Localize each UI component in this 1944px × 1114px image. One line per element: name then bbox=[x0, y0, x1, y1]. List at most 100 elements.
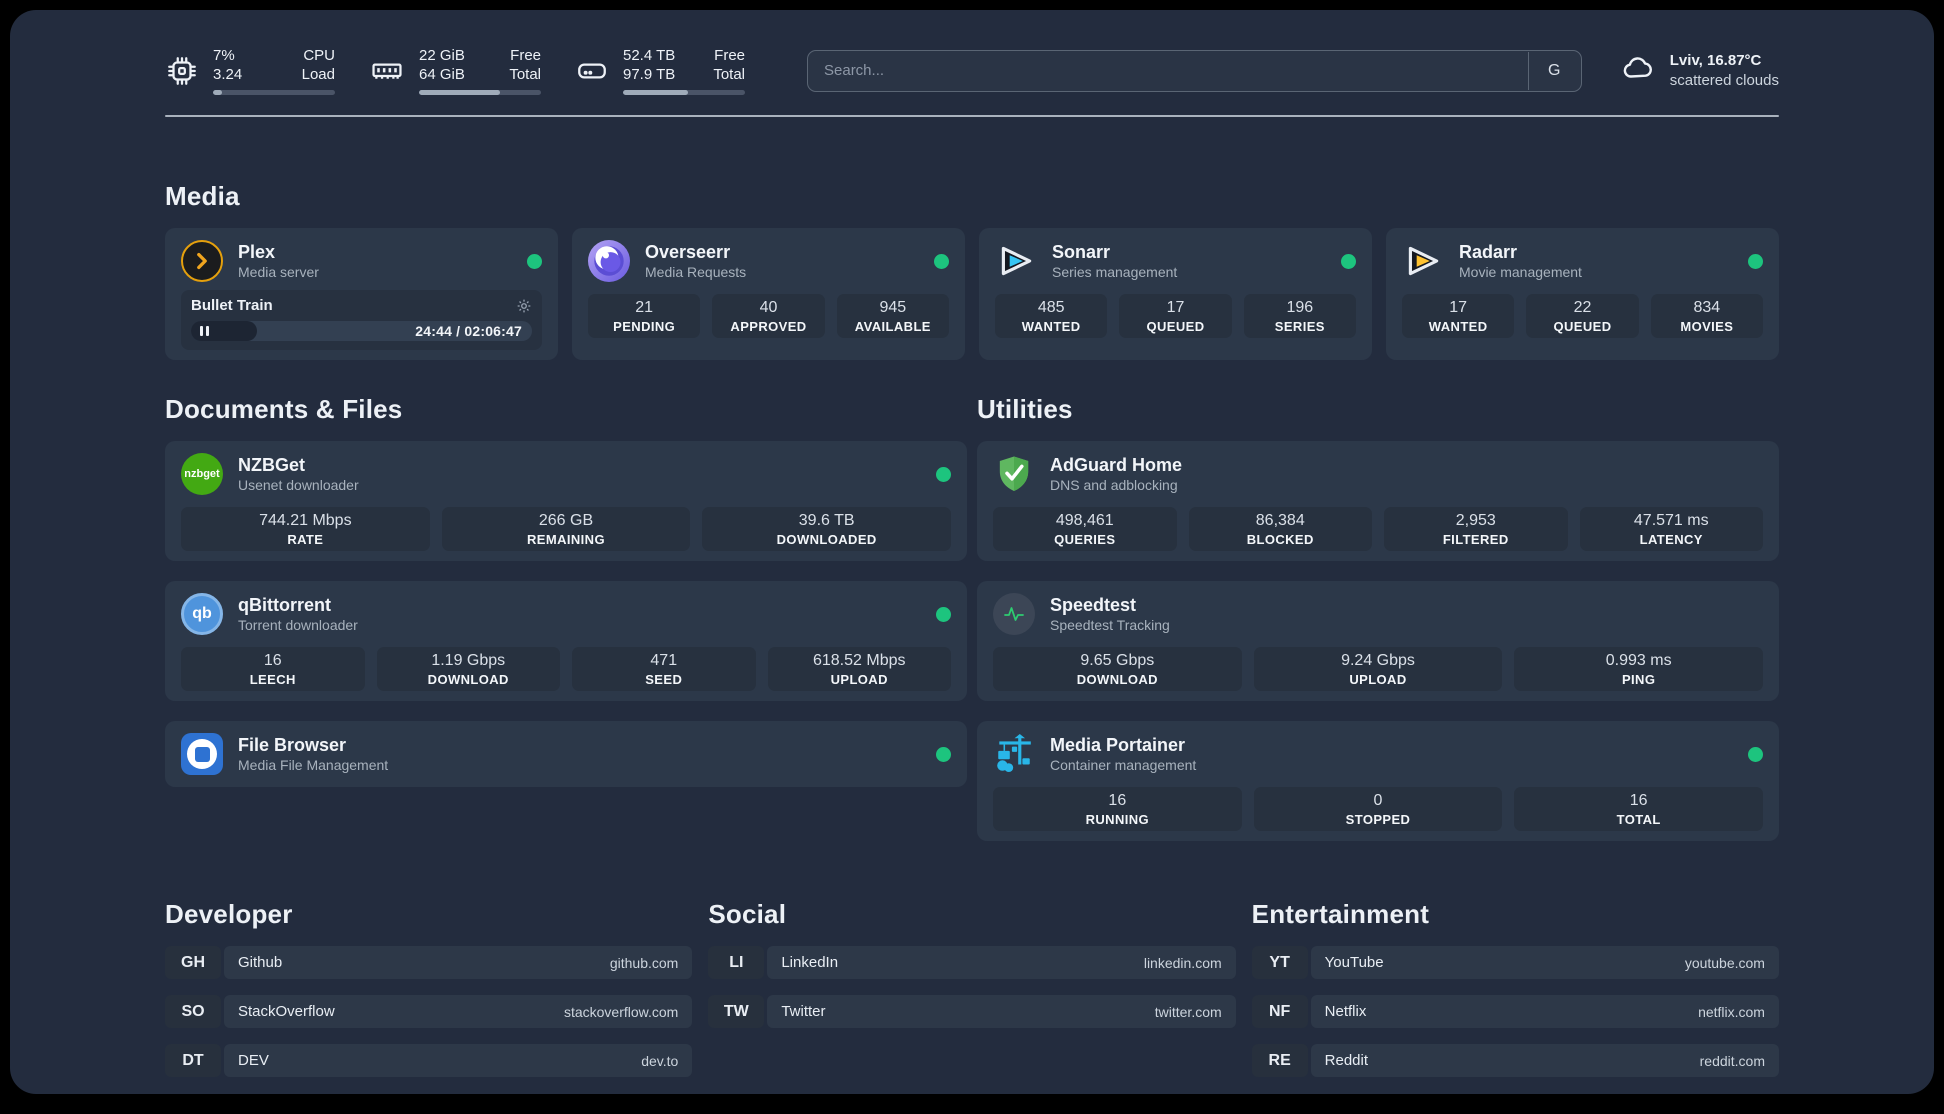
radarr-icon bbox=[1402, 240, 1444, 282]
disk-total-value: 97.9 TB bbox=[623, 66, 676, 83]
disk-label-top: Free bbox=[714, 47, 745, 64]
qbittorrent-card[interactable]: qb qBittorrent Torrent downloader 16 LEE… bbox=[165, 581, 967, 701]
portainer-icon bbox=[993, 733, 1035, 775]
app-name: Sonarr bbox=[1052, 242, 1111, 262]
stat-rate: 744.21 Mbps RATE bbox=[181, 507, 430, 551]
stat-wanted: 485 WANTED bbox=[995, 294, 1108, 338]
stat-available: 945 AVAILABLE bbox=[836, 294, 949, 338]
app-subtitle: Media Requests bbox=[645, 264, 747, 280]
link-name: Twitter bbox=[781, 1003, 826, 1020]
app-subtitle: Movie management bbox=[1459, 264, 1582, 280]
memory-label-bottom: Total bbox=[509, 66, 541, 83]
link-netflix[interactable]: NF Netflix netflix.com bbox=[1251, 995, 1779, 1028]
link-youtube[interactable]: YT YouTube youtube.com bbox=[1251, 946, 1779, 979]
status-dot bbox=[934, 253, 949, 269]
plex-card[interactable]: Plex Media server Bullet Train 24:44 / 0… bbox=[165, 228, 558, 360]
weather-widget[interactable]: Lviv, 16.87°C scattered clouds bbox=[1618, 51, 1779, 91]
portainer-card[interactable]: Media Portainer Container management 16 … bbox=[977, 721, 1779, 841]
link-url: netflix.com bbox=[1698, 1003, 1765, 1020]
link-name: Reddit bbox=[1324, 1052, 1369, 1069]
media-grid: Plex Media server Bullet Train 24:44 / 0… bbox=[165, 228, 1779, 360]
nzbget-card[interactable]: nzbget NZBGet Usenet downloader 744.21 M… bbox=[165, 441, 967, 561]
memory-label-top: Free bbox=[510, 47, 541, 64]
app-name: Overseerr bbox=[645, 242, 731, 262]
filebrowser-card[interactable]: File Browser Media File Management bbox=[165, 721, 967, 787]
link-name: StackOverflow bbox=[238, 1003, 335, 1020]
link-abbr: RE bbox=[1251, 1044, 1308, 1077]
plex-icon bbox=[181, 240, 223, 282]
link-name: YouTube bbox=[1324, 954, 1384, 971]
link-abbr: LI bbox=[708, 946, 765, 979]
stat-upload: 9.24 Gbps UPLOAD bbox=[1253, 647, 1503, 691]
app-name: File Browser bbox=[238, 735, 347, 755]
app-subtitle: Media server bbox=[238, 264, 319, 280]
stat-download: 9.65 Gbps DOWNLOAD bbox=[993, 647, 1242, 691]
link-abbr: TW bbox=[708, 995, 765, 1028]
link-name: LinkedIn bbox=[781, 954, 839, 971]
status-dot bbox=[1748, 253, 1763, 269]
stat-queries: 498,461 QUERIES bbox=[993, 507, 1177, 551]
stat-running: 16 RUNNING bbox=[993, 787, 1242, 831]
cpu-label-bottom: Load bbox=[301, 66, 335, 83]
link-url: youtube.com bbox=[1684, 954, 1765, 971]
qbittorrent-icon: qb bbox=[181, 593, 223, 635]
cpu-stat-widget: 7% 3.24 CPU Load bbox=[165, 46, 335, 95]
filebrowser-icon bbox=[181, 733, 223, 775]
stat-total: 16 TOTAL bbox=[1514, 787, 1763, 831]
link-url: github.com bbox=[609, 954, 679, 971]
weather-location: Lviv, 16.87°C bbox=[1669, 51, 1762, 69]
speedtest-icon bbox=[993, 593, 1035, 635]
app-name: Plex bbox=[238, 242, 276, 262]
link-stackoverflow[interactable]: SO StackOverflow stackoverflow.com bbox=[165, 995, 693, 1028]
section-title-utilities: Utilities bbox=[977, 394, 1073, 424]
playback-progressbar[interactable]: 24:44 / 02:06:47 bbox=[191, 321, 532, 341]
cpu-progressbar bbox=[213, 90, 335, 95]
stat-movies: 834 MOVIES bbox=[1650, 294, 1763, 338]
section-title-media: Media bbox=[165, 181, 240, 211]
app-subtitle: Media File Management bbox=[238, 757, 389, 773]
link-url: twitter.com bbox=[1154, 1003, 1222, 1020]
section-title-entertainment: Entertainment bbox=[1251, 899, 1430, 929]
disk-label-bottom: Total bbox=[713, 66, 745, 83]
link-twitter[interactable]: TW Twitter twitter.com bbox=[708, 995, 1236, 1028]
app-name: Speedtest bbox=[1050, 595, 1137, 615]
app-subtitle: Torrent downloader bbox=[238, 617, 358, 633]
social-section: Social LI LinkedIn linkedin.com TW Twitt… bbox=[708, 899, 1236, 1077]
speedtest-card[interactable]: Speedtest Speedtest Tracking 9.65 Gbps D… bbox=[977, 581, 1779, 701]
sonarr-card[interactable]: Sonarr Series management 485 WANTED 17 Q… bbox=[979, 228, 1372, 360]
radarr-card[interactable]: Radarr Movie management 17 WANTED 22 QUE… bbox=[1386, 228, 1779, 360]
section-title-social: Social bbox=[708, 899, 787, 929]
stat-approved: 40 APPROVED bbox=[712, 294, 825, 338]
link-name: Netflix bbox=[1324, 1003, 1367, 1020]
gear-icon[interactable] bbox=[516, 298, 532, 314]
adguard-card[interactable]: AdGuard Home DNS and adblocking 498,461 … bbox=[977, 441, 1779, 561]
status-dot bbox=[1341, 253, 1356, 269]
link-linkedin[interactable]: LI LinkedIn linkedin.com bbox=[708, 946, 1236, 979]
link-abbr: DT bbox=[165, 1044, 221, 1077]
link-dev[interactable]: DT DEV dev.to bbox=[165, 1044, 693, 1077]
link-abbr: GH bbox=[165, 946, 221, 979]
stat-stopped: 0 STOPPED bbox=[1253, 787, 1503, 831]
dashboard: 7% 3.24 CPU Load 22 GiB 64 GiB Free Tota… bbox=[10, 10, 1934, 1094]
developer-section: Developer GH Github github.com SO StackO… bbox=[165, 899, 693, 1077]
overseerr-card[interactable]: Overseerr Media Requests 21 PENDING 40 A… bbox=[572, 228, 965, 360]
stat-pending: 21 PENDING bbox=[588, 294, 701, 338]
stat-seed: 471 SEED bbox=[572, 647, 756, 691]
status-dot bbox=[936, 746, 951, 762]
app-name: NZBGet bbox=[238, 455, 305, 475]
stat-series: 196 SERIES bbox=[1243, 294, 1356, 338]
search-engine-button[interactable]: G bbox=[1527, 51, 1580, 90]
stat-queued: 22 QUEUED bbox=[1526, 294, 1639, 338]
link-reddit[interactable]: RE Reddit reddit.com bbox=[1251, 1044, 1779, 1077]
header: 7% 3.24 CPU Load 22 GiB 64 GiB Free Tota… bbox=[165, 10, 1779, 95]
weather-condition: scattered clouds bbox=[1669, 71, 1779, 89]
search-input[interactable] bbox=[807, 49, 1582, 92]
disk-progressbar bbox=[623, 90, 745, 95]
memory-progressbar bbox=[419, 90, 541, 95]
app-subtitle: Container management bbox=[1050, 757, 1197, 773]
stat-latency: 47.571 ms LATENCY bbox=[1579, 507, 1763, 551]
link-github[interactable]: GH Github github.com bbox=[165, 946, 693, 979]
sonarr-icon bbox=[995, 240, 1037, 282]
pause-icon[interactable] bbox=[200, 326, 209, 336]
memory-free-value: 22 GiB bbox=[419, 47, 465, 64]
